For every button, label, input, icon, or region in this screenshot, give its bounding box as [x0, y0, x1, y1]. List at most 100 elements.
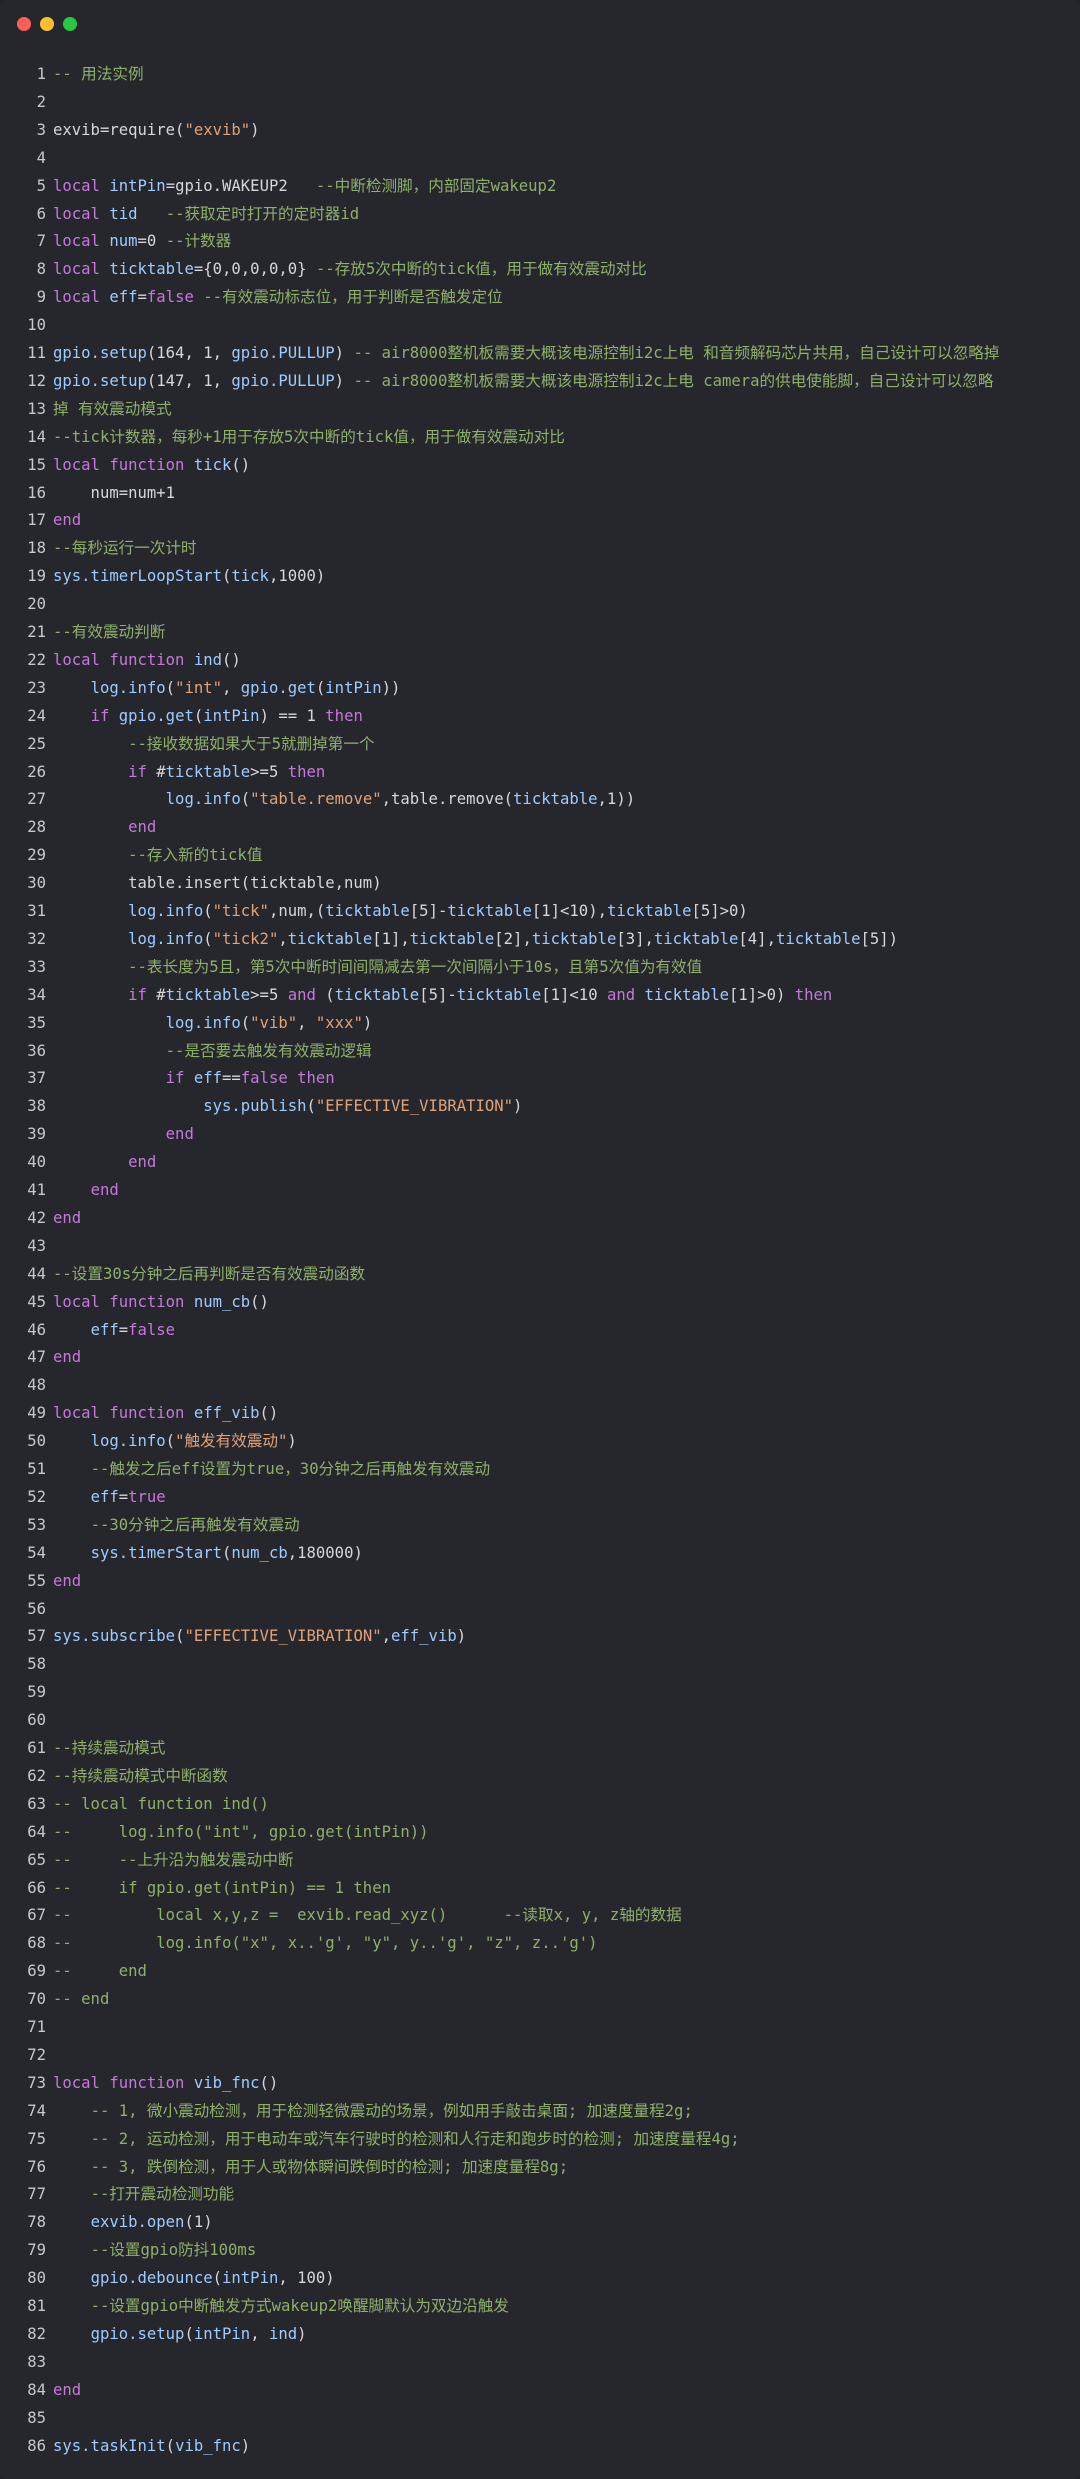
code-token: ind: [268, 2324, 298, 2343]
code-token: --有效震动判断: [53, 623, 166, 641]
code-line: 11 gpio.setup(164, 1, gpio.PULLUP) -- air…: [0, 339, 1080, 367]
line-number: 64: [27, 1822, 46, 1841]
code-token: "vib": [250, 1013, 298, 1032]
code-token: if: [165, 1069, 194, 1088]
line-number: 80: [27, 2269, 46, 2288]
line-number: 13: [27, 399, 46, 418]
code-token: eff: [90, 1487, 119, 1506]
maximize-button[interactable]: [63, 17, 77, 31]
line-number: 61: [27, 1739, 46, 1757]
code-line: 51 --触发之后eff设置为true，30分钟之后再触发有效震动: [0, 1455, 1080, 1483]
code-token: (: [306, 1097, 316, 1116]
code-token: ticktable: [165, 985, 251, 1004]
code-token: tick: [193, 455, 232, 474]
code-token: -- local function ind(): [53, 1794, 269, 1813]
code-token: -- --上升沿为触发震动中断: [53, 1850, 294, 1869]
line-number: 44: [27, 1264, 46, 1283]
code-token: eff_vib: [193, 1404, 260, 1423]
line-number: 68: [27, 1934, 46, 1953]
line-source: --设置gpio中断触发方式wakeup2唤醒脚默认为双边沿触发: [53, 2292, 509, 2320]
line-source: -- 1, 微小震动检测，用于检测轻微震动的场景，例如用手敲击桌面; 加速度量程…: [53, 2097, 693, 2125]
line-number: 29: [27, 846, 46, 865]
code-line: 18 --每秒运行一次计时: [0, 534, 1080, 562]
code-token: vib_fnc: [175, 2436, 241, 2455]
code-token: [1]<10: [541, 985, 607, 1004]
code-line: 25 --接收数据如果大于5就删掉第一个: [0, 730, 1080, 758]
code-line: 44 --设置30s分钟之后再判断是否有效震动函数: [0, 1260, 1080, 1288]
close-button[interactable]: [17, 17, 31, 31]
code-token: ==: [222, 1069, 241, 1088]
code-line: 55 end: [0, 1567, 1080, 1595]
code-line: 57 sys.subscribe("EFFECTIVE_VIBRATION",ef…: [0, 1622, 1080, 1650]
code-token: (: [165, 678, 176, 697]
code-token: ,: [250, 2324, 269, 2343]
line-number: 43: [27, 1236, 46, 1255]
code-token: --获取定时打开的定时器id: [165, 204, 360, 223]
code-token: ticktable: [325, 902, 410, 920]
code-token: ): [334, 344, 354, 362]
code-token: ticktable: [644, 985, 730, 1004]
code-token: -- 2, 运动检测，用于电动车或汽车行驶时的检测和人行走和跑步时的检测; 加速…: [90, 2129, 740, 2148]
code-line: 54 sys.timerStart(num_cb,180000): [0, 1539, 1080, 1567]
code-token: end: [128, 1153, 157, 1172]
code-line: 31 log.info("tick",num,(ticktable[5]-tic…: [0, 897, 1080, 925]
line-source: exvib.open(1): [53, 2208, 213, 2236]
code-token: (: [315, 985, 335, 1004]
code-token: 掉 有效震动模式: [53, 399, 172, 418]
code-token: =: [137, 288, 147, 307]
code-line: 21 --有效震动判断: [0, 618, 1080, 646]
line-number: 26: [27, 762, 46, 781]
line-number: 33: [27, 957, 46, 976]
code-token: ): [513, 1097, 523, 1116]
code-token: "EFFECTIVE_VIBRATION": [315, 1097, 514, 1116]
code-token: intPin: [325, 678, 382, 697]
code-token: eff_vib: [391, 1627, 457, 1646]
line-source: --设置30s分钟之后再判断是否有效震动函数: [53, 1260, 365, 1288]
code-token: (147, 1,: [146, 371, 232, 390]
line-number: 20: [27, 595, 46, 614]
line-number: 75: [27, 2129, 46, 2148]
code-line: 82 gpio.setup(intPin, ind): [0, 2320, 1080, 2348]
code-token: (): [250, 1292, 269, 1311]
code-token: [1],: [372, 929, 410, 948]
line-source: gpio.setup(intPin, ind): [53, 2320, 307, 2348]
line-source: eff=true: [53, 1483, 166, 1511]
line-source: local function eff_vib(): [53, 1399, 278, 1427]
line-number: 85: [27, 2408, 46, 2427]
line-source: table.insert(ticktable,num): [53, 869, 382, 897]
code-token: gpio.setup: [53, 371, 147, 390]
code-line: 12 gpio.setup(147, 1, gpio.PULLUP) -- air…: [0, 367, 1080, 395]
code-line: 49 local function eff_vib(): [0, 1399, 1080, 1427]
line-source: sys.timerStart(num_cb,180000): [53, 1539, 363, 1567]
line-source: gpio.setup(164, 1, gpio.PULLUP) -- air80…: [53, 339, 999, 367]
code-token: table.insert(ticktable,num): [53, 874, 382, 893]
code-line: 38 sys.publish("EFFECTIVE_VIBRATION"): [0, 1092, 1080, 1120]
code-line: 77 --打开震动检测功能: [0, 2180, 1080, 2208]
line-number: 9: [36, 288, 46, 307]
line-source: --30分钟之后再触发有效震动: [53, 1511, 300, 1539]
code-line: 7 local num=0 --计数器: [0, 227, 1080, 255]
line-number: 14: [27, 427, 46, 446]
code-line: 26 if #ticktable>=5 then: [0, 758, 1080, 786]
code-token: "触发有效震动": [175, 1432, 288, 1451]
line-source: end: [53, 1120, 194, 1148]
code-token: "table.remove": [250, 790, 382, 809]
code-line: 47 end: [0, 1343, 1080, 1371]
code-token: num: [109, 232, 138, 251]
code-token: then: [287, 762, 326, 781]
line-number: 82: [27, 2324, 46, 2343]
minimize-button[interactable]: [40, 17, 54, 31]
code-token: ticktable: [775, 929, 861, 948]
code-token: gpio.get: [118, 706, 194, 725]
code-line: 2: [0, 88, 1080, 116]
code-token: (): [259, 2073, 279, 2092]
line-number: 53: [27, 1515, 46, 1534]
line-source: end: [53, 506, 81, 534]
code-token: --是否要去触发有效震动逻辑: [165, 1041, 372, 1060]
